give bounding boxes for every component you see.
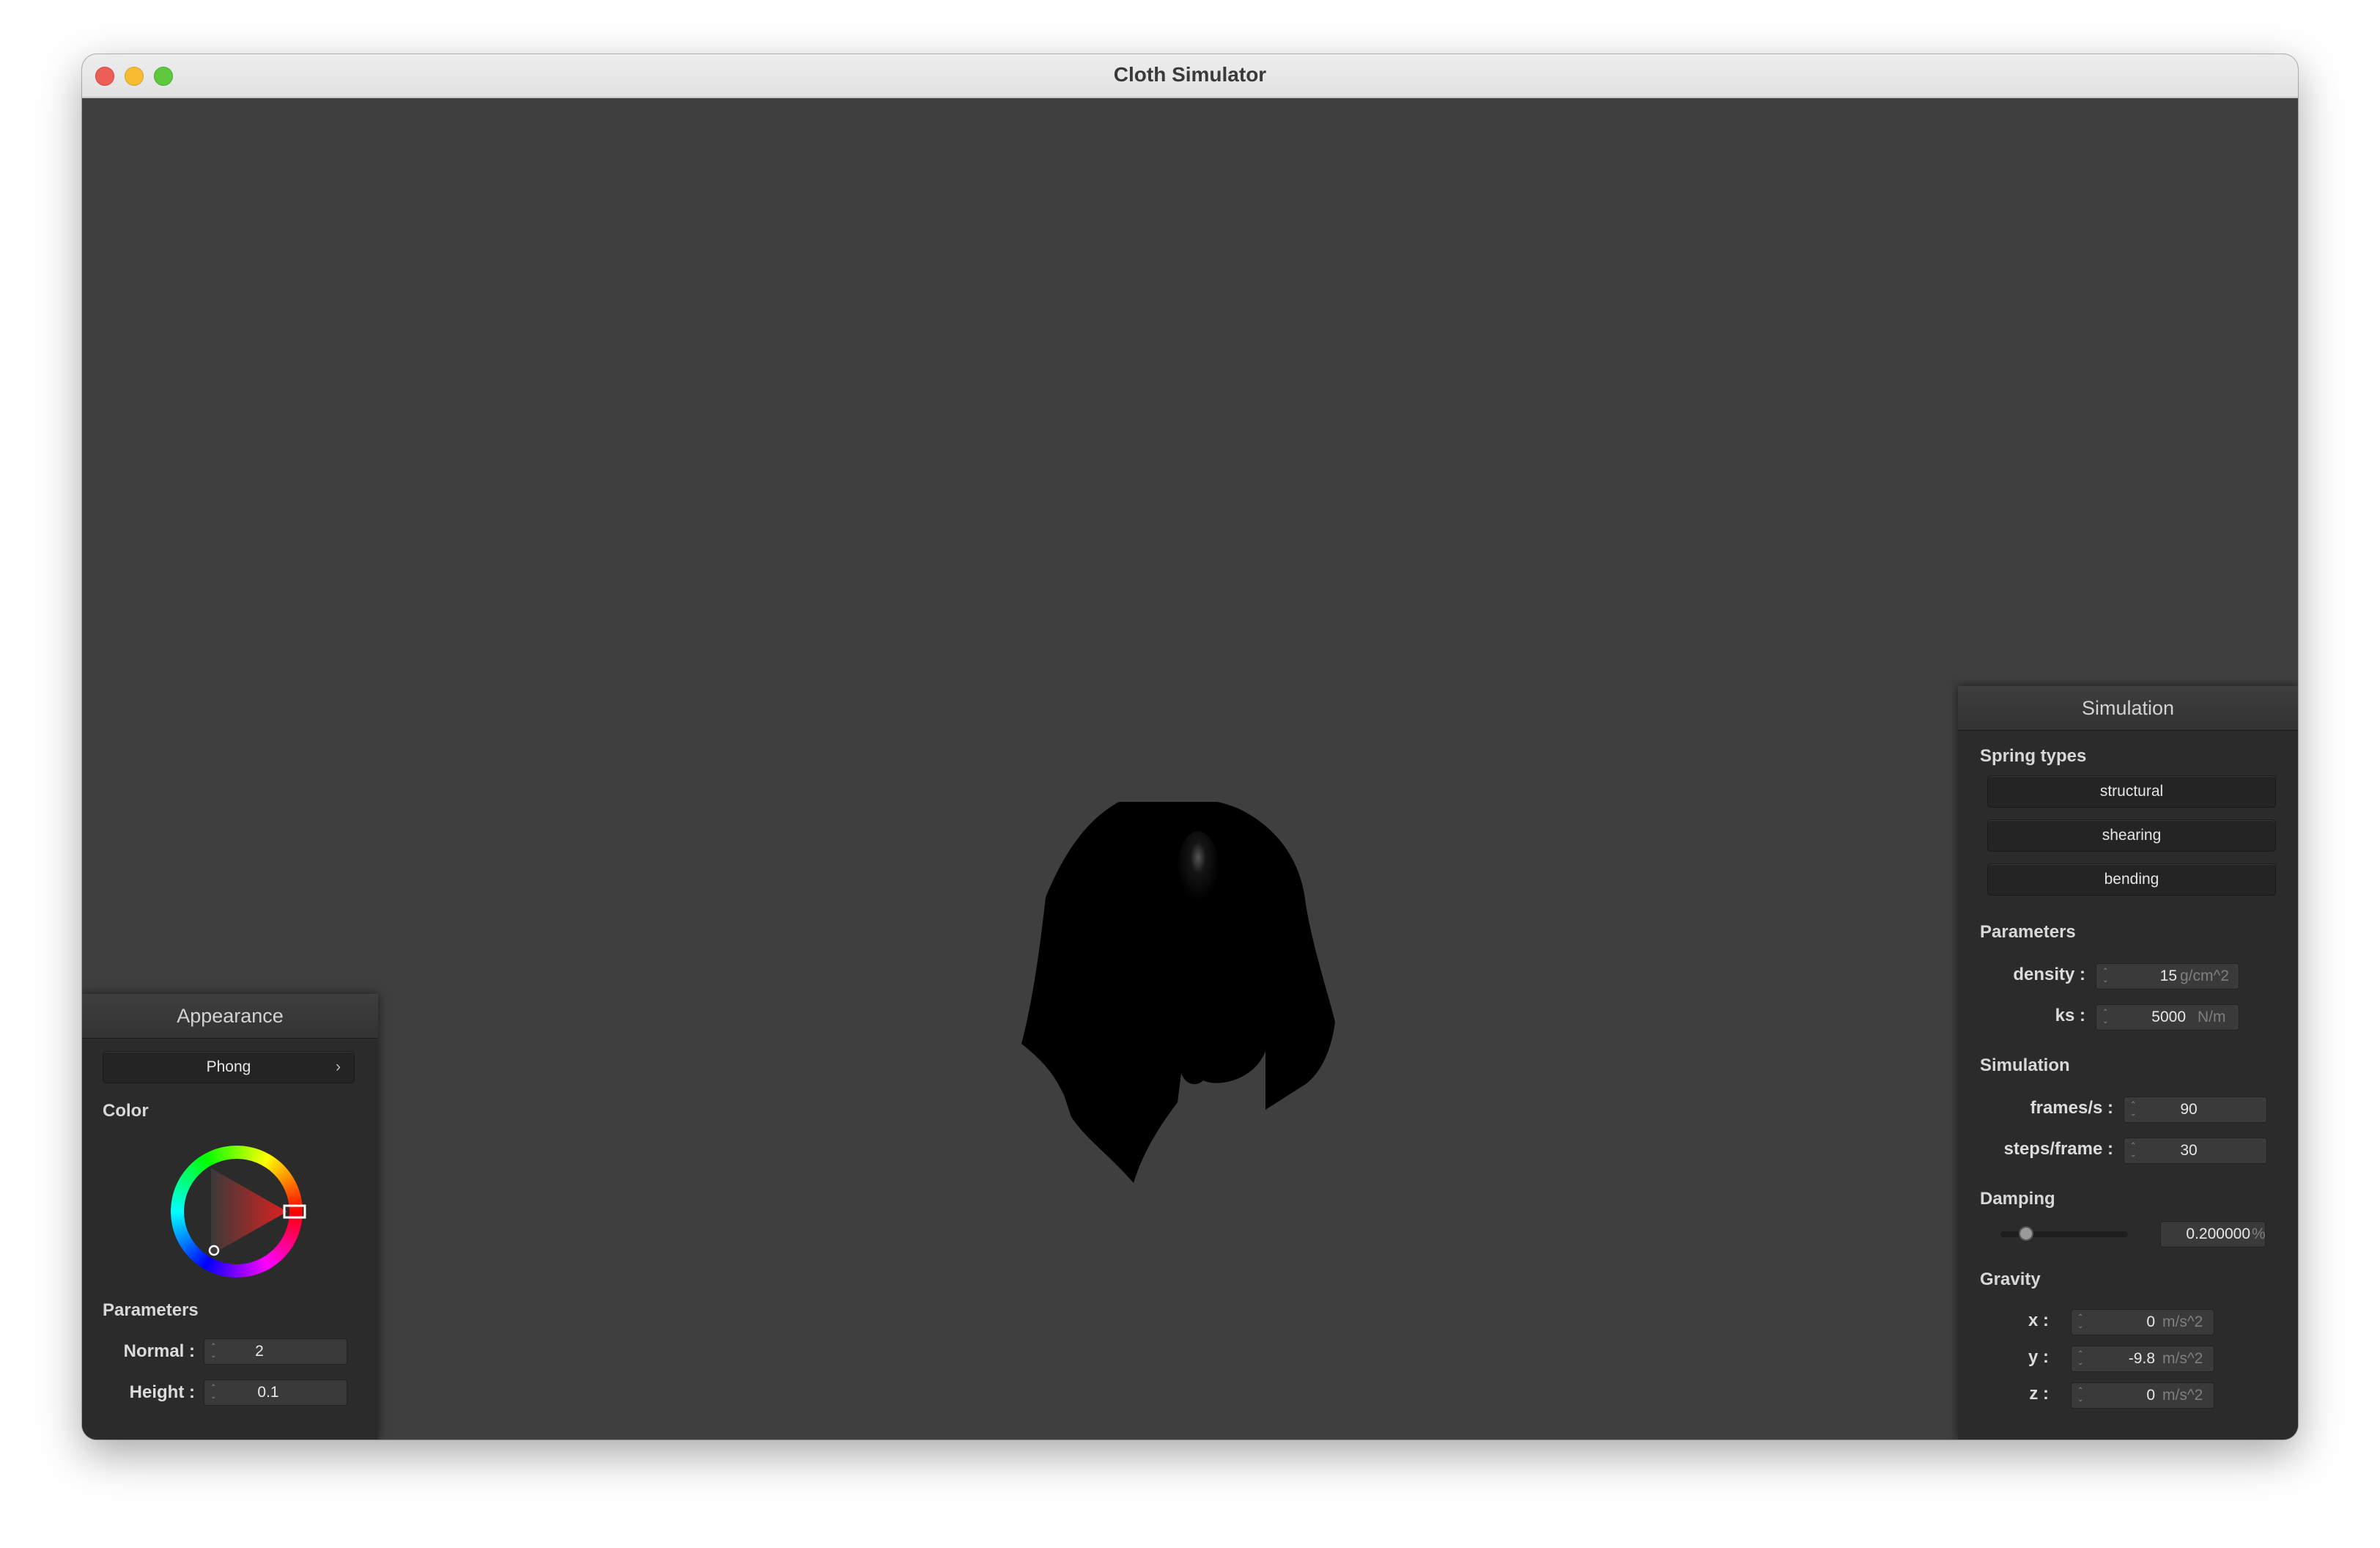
gravity-label: Gravity (1980, 1269, 2041, 1289)
damping-field[interactable]: 0.200000 % (2160, 1221, 2266, 1247)
updown-spinner-icon[interactable]: ⌃ ⌄ (2102, 968, 2111, 985)
gravity-x-label: x : (2028, 1311, 2049, 1330)
damping-slider-handle[interactable] (2018, 1226, 2033, 1241)
ks-label: ks : (2055, 1006, 2085, 1025)
app-window: Cloth Simulator Appearance Phong › Color (82, 54, 2298, 1440)
gravity-z-field[interactable]: ⌃ ⌄ 0 m/s^2 (2071, 1382, 2214, 1409)
height-label: Height : (129, 1382, 195, 1402)
damping-label: Damping (1980, 1189, 2055, 1209)
gravity-y-field[interactable]: ⌃ ⌄ -9.8 m/s^2 (2071, 1346, 2214, 1372)
window-title: Cloth Simulator (1113, 63, 1267, 86)
density-label: density : (2013, 965, 2085, 984)
frames-per-second-field[interactable]: ⌃ ⌄ 90 (2124, 1096, 2267, 1123)
chevron-right-icon: › (336, 1058, 341, 1075)
density-field[interactable]: ⌃ ⌄ 15 g/cm^2 (2096, 963, 2239, 989)
shearing-toggle-button[interactable]: shearing (1987, 819, 2276, 852)
color-section-label: Color (103, 1101, 149, 1121)
shader-dropdown[interactable]: Phong › (103, 1051, 355, 1083)
color-wheel[interactable] (167, 1142, 306, 1281)
height-field[interactable]: ⌃ ⌄ 0.1 (204, 1379, 347, 1406)
gravity-z-label: z : (2029, 1384, 2049, 1404)
updown-spinner-icon[interactable]: ⌃ ⌄ (210, 1343, 219, 1360)
shader-selected: Phong (206, 1058, 251, 1075)
steps-per-frame-field[interactable]: ⌃ ⌄ 30 (2124, 1138, 2267, 1164)
gravity-y-label: y : (2028, 1347, 2049, 1367)
ks-field[interactable]: ⌃ ⌄ 5000 N/m (2096, 1004, 2239, 1031)
title-bar: Cloth Simulator (82, 54, 2298, 98)
frames-per-second-label: frames/s : (2030, 1098, 2113, 1118)
appearance-panel-title: Appearance (82, 994, 378, 1039)
simulation-parameters-label: Parameters (1980, 922, 2076, 942)
updown-spinner-icon[interactable]: ⌃ ⌄ (2130, 1101, 2139, 1118)
simulation-panel: Simulation Spring types structural shear… (1958, 686, 2298, 1440)
appearance-parameters-label: Parameters (103, 1300, 199, 1320)
bending-toggle-button[interactable]: bending (1987, 863, 2276, 896)
structural-toggle-button[interactable]: structural (1987, 775, 2276, 808)
appearance-panel: Appearance Phong › Color Parameters Norm… (82, 994, 378, 1440)
normal-label: Normal : (123, 1341, 195, 1361)
updown-spinner-icon[interactable]: ⌃ ⌄ (2077, 1350, 2086, 1368)
damping-slider[interactable] (2000, 1226, 2128, 1241)
updown-spinner-icon[interactable]: ⌃ ⌄ (2130, 1142, 2139, 1160)
steps-per-frame-label: steps/frame : (2003, 1139, 2113, 1159)
simulation-section-label: Simulation (1980, 1055, 2070, 1075)
gravity-x-field[interactable]: ⌃ ⌄ 0 m/s^2 (2071, 1309, 2214, 1335)
cloth-mesh (1021, 802, 1335, 1183)
simulation-panel-title: Simulation (1958, 686, 2298, 731)
normal-field[interactable]: ⌃ ⌄ 2 (204, 1338, 347, 1365)
updown-spinner-icon[interactable]: ⌃ ⌄ (2102, 1009, 2111, 1026)
spring-types-label: Spring types (1980, 746, 2087, 766)
updown-spinner-icon[interactable]: ⌃ ⌄ (2077, 1313, 2086, 1331)
updown-spinner-icon[interactable]: ⌃ ⌄ (2077, 1387, 2086, 1404)
updown-spinner-icon[interactable]: ⌃ ⌄ (210, 1384, 219, 1401)
